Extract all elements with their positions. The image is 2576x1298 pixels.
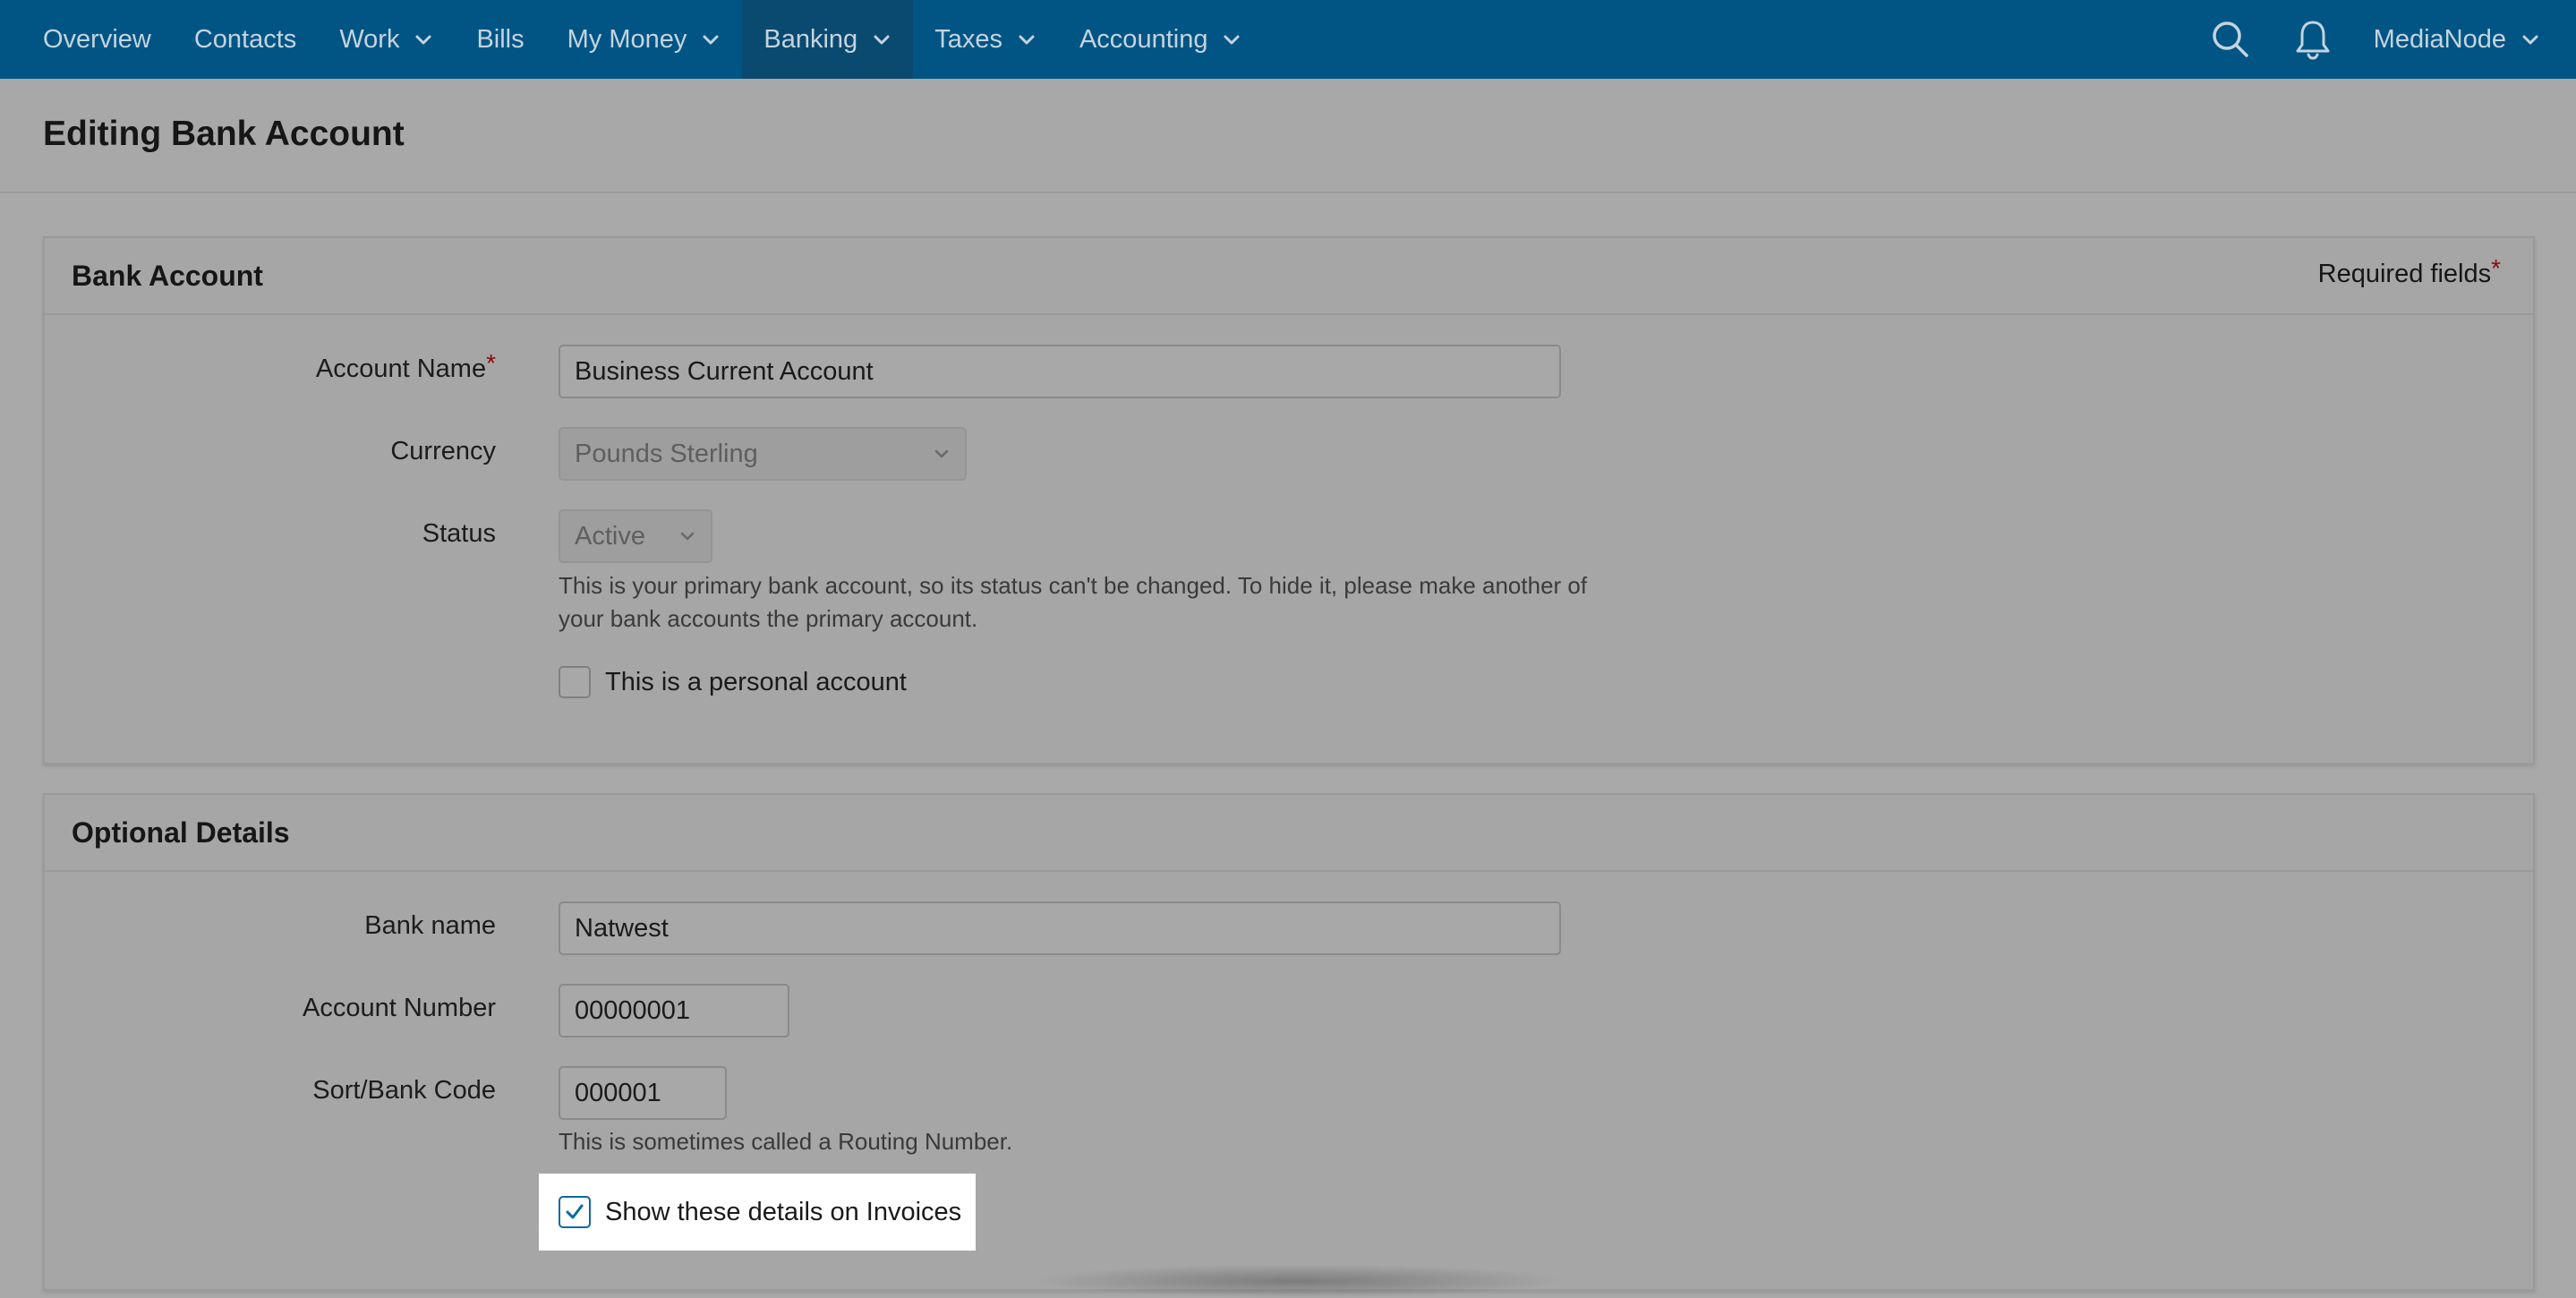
personal-account-option: This is a personal account (559, 666, 907, 698)
main-nav: Overview Contacts Work Bills My Money Ba… (21, 0, 1263, 79)
show-on-invoices-highlight: Show these details on Invoices (539, 1174, 976, 1251)
account-name-field[interactable]: Business Current Account (559, 345, 1561, 398)
search-icon[interactable] (2209, 18, 2252, 61)
nav-item-label: Bills (476, 24, 525, 54)
personal-account-checkbox[interactable] (559, 666, 591, 698)
bank-name-field[interactable]: Natwest (559, 901, 1561, 955)
required-fields-note: Required fields* (2317, 254, 2501, 289)
show-on-invoices-option: Show these details on Invoices (559, 1196, 961, 1228)
bank-account-panel: Bank Account Required fields* Account Na… (43, 236, 2535, 764)
nav-item-label: Overview (43, 24, 151, 54)
panel-title: Bank Account (72, 260, 263, 292)
status-value: Active (575, 521, 645, 551)
nav-item-my-money[interactable]: My Money (546, 0, 743, 79)
account-number-label: Account Number (303, 994, 496, 1022)
currency-select[interactable]: Pounds Sterling (559, 427, 967, 481)
nav-item-banking[interactable]: Banking (742, 0, 914, 79)
panel-title: Optional Details (72, 816, 290, 849)
nav-item-taxes[interactable]: Taxes (913, 0, 1058, 79)
account-name-label-text: Account Name (315, 354, 487, 383)
chevron-down-icon (934, 449, 949, 458)
nav-item-label: Taxes (934, 24, 1002, 54)
nav-item-label: Contacts (193, 24, 297, 54)
panel-header: Bank Account Required fields* (45, 238, 2533, 315)
chevron-down-icon (415, 35, 431, 45)
show-on-invoices-label[interactable]: Show these details on Invoices (605, 1198, 961, 1227)
scroll-shadow (1029, 1264, 1566, 1298)
chevron-down-icon (1019, 35, 1035, 45)
chevron-down-icon (874, 35, 890, 45)
status-label: Status (422, 519, 496, 548)
bank-name-label: Bank name (364, 911, 496, 940)
sort-code-field[interactable]: 000001 (559, 1066, 727, 1120)
panel-header: Optional Details (45, 795, 2533, 872)
status-help-text: This is your primary bank account, so it… (559, 572, 1588, 632)
chevron-down-icon (703, 35, 719, 45)
nav-item-overview[interactable]: Overview (21, 0, 173, 79)
nav-item-label: Accounting (1079, 24, 1208, 54)
chevron-down-icon (1224, 35, 1240, 45)
checkmark-icon (566, 1204, 584, 1219)
required-star: * (2491, 254, 2501, 282)
nav-item-work[interactable]: Work (318, 0, 455, 79)
sort-code-help-text: This is sometimes called a Routing Numbe… (559, 1128, 1013, 1155)
bell-icon[interactable] (2291, 18, 2334, 61)
optional-details-panel: Optional Details Bank name Natwest Accou… (43, 793, 2535, 1291)
nav-item-label: My Money (567, 24, 687, 54)
currency-value: Pounds Sterling (575, 439, 758, 468)
account-number-field[interactable]: 00000001 (559, 984, 789, 1038)
nav-item-label: Banking (763, 24, 858, 54)
account-menu[interactable]: MediaNode (2374, 25, 2540, 55)
chevron-down-icon (680, 532, 695, 541)
required-fields-label: Required fields (2317, 260, 2492, 288)
nav-item-accounting[interactable]: Accounting (1058, 0, 1264, 79)
currency-label: Currency (390, 437, 496, 465)
personal-account-label[interactable]: This is a personal account (605, 668, 907, 697)
nav-item-contacts[interactable]: Contacts (173, 0, 318, 79)
status-select[interactable]: Active (559, 509, 712, 563)
page-title: Editing Bank Account (43, 115, 405, 153)
show-on-invoices-checkbox[interactable] (559, 1196, 591, 1228)
account-name: MediaNode (2373, 24, 2506, 54)
page-header: Editing Bank Account (0, 79, 2576, 193)
nav-right-area: MediaNode (2209, 0, 2576, 79)
top-navigation-bar: Overview Contacts Work Bills My Money Ba… (0, 0, 2576, 79)
sort-code-label: Sort/Bank Code (312, 1076, 496, 1105)
nav-item-bills[interactable]: Bills (455, 0, 545, 79)
nav-item-label: Work (339, 24, 400, 54)
account-name-label: Account Name* (315, 349, 496, 384)
chevron-down-icon (2522, 35, 2538, 45)
required-star: * (486, 349, 496, 377)
